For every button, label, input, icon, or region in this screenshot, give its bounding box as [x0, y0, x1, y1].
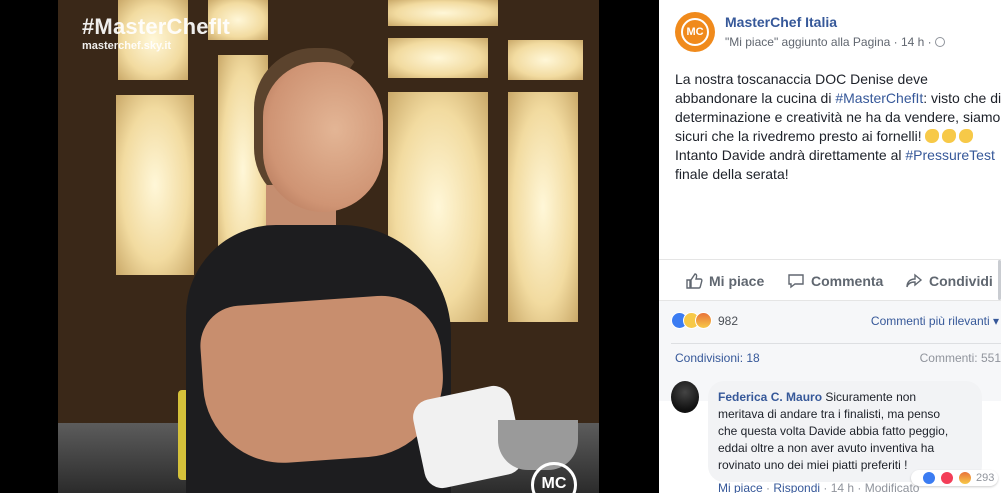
comment-reactions[interactable]: 293	[911, 470, 999, 486]
backdrop-light-panel	[388, 0, 498, 26]
comment-line: Federica C. Mauro Sicuramente non	[718, 389, 972, 406]
comment-edited: Modificato	[864, 481, 920, 493]
share-button[interactable]: Condividi	[905, 272, 993, 290]
post-line: Intanto Davide andrà direttamente al #Pr…	[675, 146, 1001, 165]
steel-bowl	[498, 420, 578, 470]
photo-hashtag-watermark: #MasterChefIt	[82, 14, 231, 39]
comment-line: meritava di andare tra i finalisti, ma p…	[718, 407, 941, 421]
post-line: finale della serata!	[675, 166, 789, 182]
comment-time: 14 h	[830, 481, 855, 493]
thumbs-up-icon	[686, 273, 703, 289]
clapping-hands-icon	[941, 129, 956, 143]
comment-label: Commenta	[811, 273, 884, 289]
page-name-link[interactable]: MasterChef Italia	[725, 14, 837, 30]
contestant-face	[263, 62, 383, 212]
commenter-avatar[interactable]	[671, 381, 699, 413]
comment-reaction-count: 293	[976, 472, 995, 484]
reaction-summary[interactable]: 982	[671, 312, 738, 329]
photo-pane: #MasterChefIt masterchef.sky.it MC	[0, 0, 659, 493]
comment-author-link[interactable]: Federica C. Mauro	[718, 390, 822, 404]
clapping-hands-icon	[924, 129, 939, 143]
comment-sort-dropdown[interactable]: Commenti più rilevanti ▾	[871, 314, 999, 328]
comment-icon	[788, 274, 804, 289]
post-line: determinazione e creatività ne ha da ven…	[675, 109, 1001, 125]
angry-reaction-icon	[958, 471, 972, 485]
post-line: abbandonare la cucina di #MasterChefIt: …	[675, 89, 1001, 108]
comment-text: Sicuramente non	[822, 390, 917, 404]
comment-line: eddai oltre a non aver avuto inventiva h…	[718, 441, 935, 455]
post-photo[interactable]: #MasterChefIt masterchef.sky.it MC	[58, 0, 599, 493]
backdrop-light-panel	[116, 95, 194, 275]
clapping-hands-icon	[958, 129, 973, 143]
post-message: La nostra toscanaccia DOC Denise deve ab…	[675, 70, 1001, 184]
post-header: MC MasterChef Italia "Mi piace" aggiunto…	[675, 12, 1001, 54]
post-text-fragment: : visto che di	[923, 90, 1001, 106]
love-reaction-icon	[940, 471, 954, 485]
post-actions-bar: Mi piace Commenta Condividi	[659, 259, 1001, 301]
post-line: sicuri che la rivedremo presto ai fornel…	[675, 127, 1001, 146]
photo-site-watermark: masterchef.sky.it	[82, 40, 172, 52]
comment-line: che questa volta Davide abbia fatto pegg…	[718, 424, 949, 438]
hashtag-link[interactable]: #PressureTest	[905, 147, 994, 163]
post-text-fragment: Intanto Davide andrà direttamente al	[675, 147, 906, 163]
like-button[interactable]: Mi piace	[685, 272, 764, 290]
post-text-fragment: abbandonare la cucina di	[675, 90, 836, 106]
post-meta-text: "Mi piace" aggiunto alla Pagina · 14 h ·	[725, 35, 932, 49]
comment-actions: Mi piace · Rispondi · 14 h · Modificato	[718, 481, 920, 493]
reaction-count: 982	[718, 313, 739, 328]
post-line: La nostra toscanaccia DOC Denise deve	[675, 71, 928, 87]
shares-count-link[interactable]: Condivisioni: 18	[675, 351, 760, 365]
comment-reply-link[interactable]: Rispondi	[773, 481, 820, 493]
hashtag-link[interactable]: #MasterChefIt	[835, 90, 923, 106]
comments-count: Commenti: 551	[919, 351, 1001, 365]
angry-reaction-icon	[695, 312, 712, 329]
backdrop-light-panel	[508, 40, 583, 80]
comment-like-link[interactable]: Mi piace	[718, 481, 763, 493]
like-label: Mi piace	[709, 273, 765, 289]
like-reaction-icon	[922, 471, 936, 485]
facebook-photo-viewer: #MasterChefIt masterchef.sky.it MC MC Ma…	[0, 0, 1001, 493]
comment-button[interactable]: Commenta	[787, 272, 883, 290]
backdrop-light-panel	[508, 92, 578, 322]
globe-icon	[934, 37, 945, 47]
comment-bubble: Federica C. Mauro Sicuramente non merita…	[708, 381, 982, 482]
page-avatar[interactable]: MC	[675, 12, 715, 52]
stats-divider	[671, 343, 1001, 344]
share-icon	[906, 273, 923, 288]
share-label: Condividi	[929, 273, 993, 289]
post-sidebar: MC MasterChef Italia "Mi piace" aggiunto…	[659, 0, 1001, 493]
backdrop-light-panel	[388, 38, 488, 78]
page-avatar-logo: MC	[681, 18, 709, 46]
post-text-fragment: sicuri che la rivedremo presto ai fornel…	[675, 128, 922, 144]
post-meta: "Mi piace" aggiunto alla Pagina · 14 h ·	[725, 35, 945, 49]
